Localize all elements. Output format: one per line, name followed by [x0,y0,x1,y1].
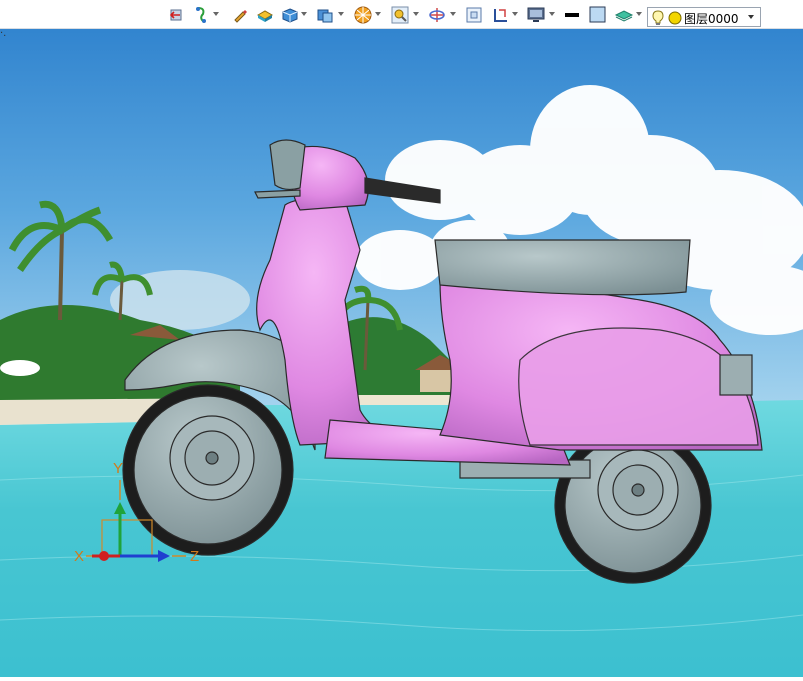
view-cube-icon[interactable] [316,6,334,24]
fill-color-icon[interactable] [589,6,607,24]
cube-icon[interactable] [281,6,299,24]
section-dropdown[interactable] [512,12,518,16]
front-wheel[interactable] [122,384,294,556]
layer-color-icon[interactable] [668,11,682,28]
layer-style-dropdown[interactable] [636,12,642,16]
seat[interactable] [434,239,691,296]
zoom-icon[interactable] [391,6,409,24]
lightbulb-icon[interactable] [652,10,664,29]
monitor-dropdown[interactable] [549,12,555,16]
view-cube-dropdown[interactable] [338,12,344,16]
cursor-marker: ·. [0,28,7,39]
cube-dropdown[interactable] [301,12,307,16]
z-axis-label: Z [190,548,200,565]
line-weight-icon[interactable] [564,6,580,24]
layer-style-icon[interactable] [614,6,634,24]
section-icon[interactable] [491,6,509,24]
zoom-dropdown[interactable] [413,12,419,16]
frame-icon[interactable] [465,6,483,24]
monitor-icon[interactable] [526,6,546,24]
layer-select[interactable]: 图层0000 [647,7,761,27]
view-toolbar: 图层0000 [0,0,803,29]
undo-arrow-icon[interactable] [168,6,184,24]
brake-lever[interactable] [254,189,301,199]
render-mode-icon[interactable] [353,6,373,24]
layer-name: 图层0000 [684,12,739,26]
headlight[interactable] [269,139,306,191]
scene-canvas[interactable] [0,0,803,677]
rotate-axis-dropdown[interactable] [450,12,456,16]
flat-shade-icon[interactable] [256,6,274,24]
snap-tool-icon[interactable] [193,6,209,24]
3d-viewport[interactable]: Y X Z ·. [0,0,803,677]
tail-unit[interactable] [719,354,753,396]
y-axis-label: Y [113,460,124,477]
rotate-axis-icon[interactable] [428,6,446,24]
chevron-down-icon[interactable] [748,15,754,19]
x-axis-label: X [74,548,85,565]
pencil-icon[interactable] [232,6,248,24]
render-mode-dropdown[interactable] [375,12,381,16]
snap-tool-dropdown[interactable] [213,12,219,16]
